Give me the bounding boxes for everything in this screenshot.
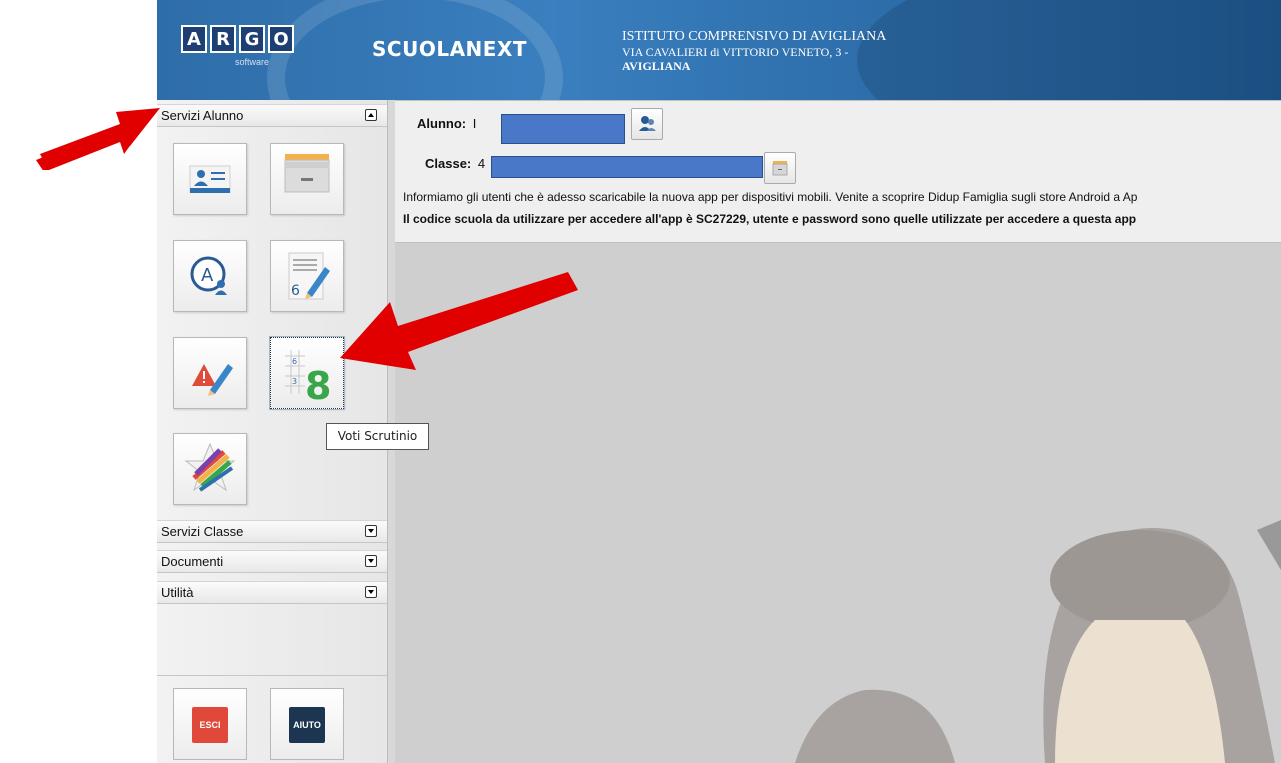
final-grades-icon: 6 3 8 — [285, 350, 331, 408]
school-address: VIA CAVALIERI di VITTORIO VENETO, 3 - — [622, 45, 849, 59]
alunno-label-text: Alunno: — [417, 116, 467, 131]
brand-name: SCUOLANEXT — [372, 37, 528, 61]
absences-tile[interactable]: A — [173, 240, 247, 312]
argo-logo: A R G O — [181, 25, 294, 53]
classe-label-text: Classe: — [425, 156, 472, 171]
school-code-notice: Il codice scuola da utilizzare per acced… — [403, 212, 1137, 226]
section-label: Servizi Classe — [161, 524, 244, 539]
select-class-button[interactable] — [764, 152, 796, 184]
tooltip-voti-scrutinio: Voti Scrutinio — [326, 423, 429, 450]
exit-label: ESCI — [192, 707, 228, 743]
star-tile[interactable] — [173, 433, 247, 505]
grades-tile[interactable]: 6 — [270, 240, 344, 312]
svg-text:3: 3 — [292, 377, 297, 386]
student-info-panel: Alunno: I Classe: 4 Informiamo gli utent — [395, 100, 1281, 243]
school-info: ISTITUTO COMPRENSIVO DI AVIGLIANA VIA CA… — [622, 28, 886, 73]
logo-letter: A — [181, 25, 207, 53]
user-search-icon — [639, 116, 656, 131]
expand-icon[interactable] — [365, 586, 377, 598]
alunno-value: I — [472, 116, 477, 131]
school-name: ISTITUTO COMPRENSIVO DI AVIGLIANA — [622, 29, 887, 44]
select-student-button[interactable] — [631, 108, 663, 140]
svg-text:A: A — [201, 265, 214, 286]
redacted-student-name — [501, 114, 625, 144]
logo-letter: O — [268, 25, 294, 53]
star-icon — [184, 442, 236, 492]
expand-icon[interactable] — [365, 525, 377, 537]
main-content: Alunno: I Classe: 4 Informiamo gli utent — [395, 100, 1281, 763]
collapse-icon[interactable] — [365, 109, 377, 121]
redacted-class-name — [491, 156, 763, 178]
logo-letter: G — [239, 25, 265, 53]
classe-value: 4 — [477, 156, 486, 171]
student-card-tile[interactable] — [173, 143, 247, 215]
expand-icon[interactable] — [365, 555, 377, 567]
section-label: Documenti — [161, 554, 224, 569]
section-utilita[interactable]: Utilità — [157, 581, 387, 604]
annotation-arrow-icon — [340, 272, 578, 370]
logo-subtitle: software — [235, 57, 270, 67]
archive-icon — [284, 154, 330, 193]
notes-tile[interactable] — [173, 337, 247, 409]
archive-button-icon — [772, 161, 788, 176]
section-servizi-classe[interactable]: Servizi Classe — [157, 520, 387, 543]
exit-button[interactable]: ESCI — [173, 688, 247, 760]
section-label: Utilità — [161, 585, 194, 600]
logo-letter: R — [210, 25, 236, 53]
section-label: Servizi Alunno — [161, 108, 244, 123]
svg-text:6: 6 — [292, 357, 297, 366]
svg-text:6: 6 — [291, 283, 300, 299]
section-documenti[interactable]: Documenti — [157, 550, 387, 573]
app-header: A R G O software SCUOLANEXT ISTITUTO COM… — [157, 0, 1281, 100]
alunno-label: Alunno: I — [417, 116, 476, 131]
help-button[interactable]: AIUTO — [270, 688, 344, 760]
section-servizi-alunno[interactable]: Servizi Alunno — [157, 104, 387, 127]
notes-icon — [192, 364, 233, 396]
help-label: AIUTO — [289, 707, 325, 743]
classe-label: Classe: 4 — [425, 156, 485, 171]
grades-icon: 6 — [288, 252, 330, 300]
school-city: AVIGLIANA — [622, 59, 691, 73]
annotation-arrow-icon — [36, 108, 160, 170]
archive-tile[interactable] — [270, 143, 344, 215]
svg-text:8: 8 — [305, 364, 331, 408]
final-grades-tile[interactable]: 6 3 8 — [269, 336, 345, 410]
header-decoration-dark — [857, 0, 1281, 100]
divider — [157, 675, 387, 676]
absences-icon: A — [190, 256, 227, 295]
app-notice: Informiamo gli utenti che è adesso scari… — [403, 190, 1138, 204]
student-card-icon — [189, 165, 231, 193]
